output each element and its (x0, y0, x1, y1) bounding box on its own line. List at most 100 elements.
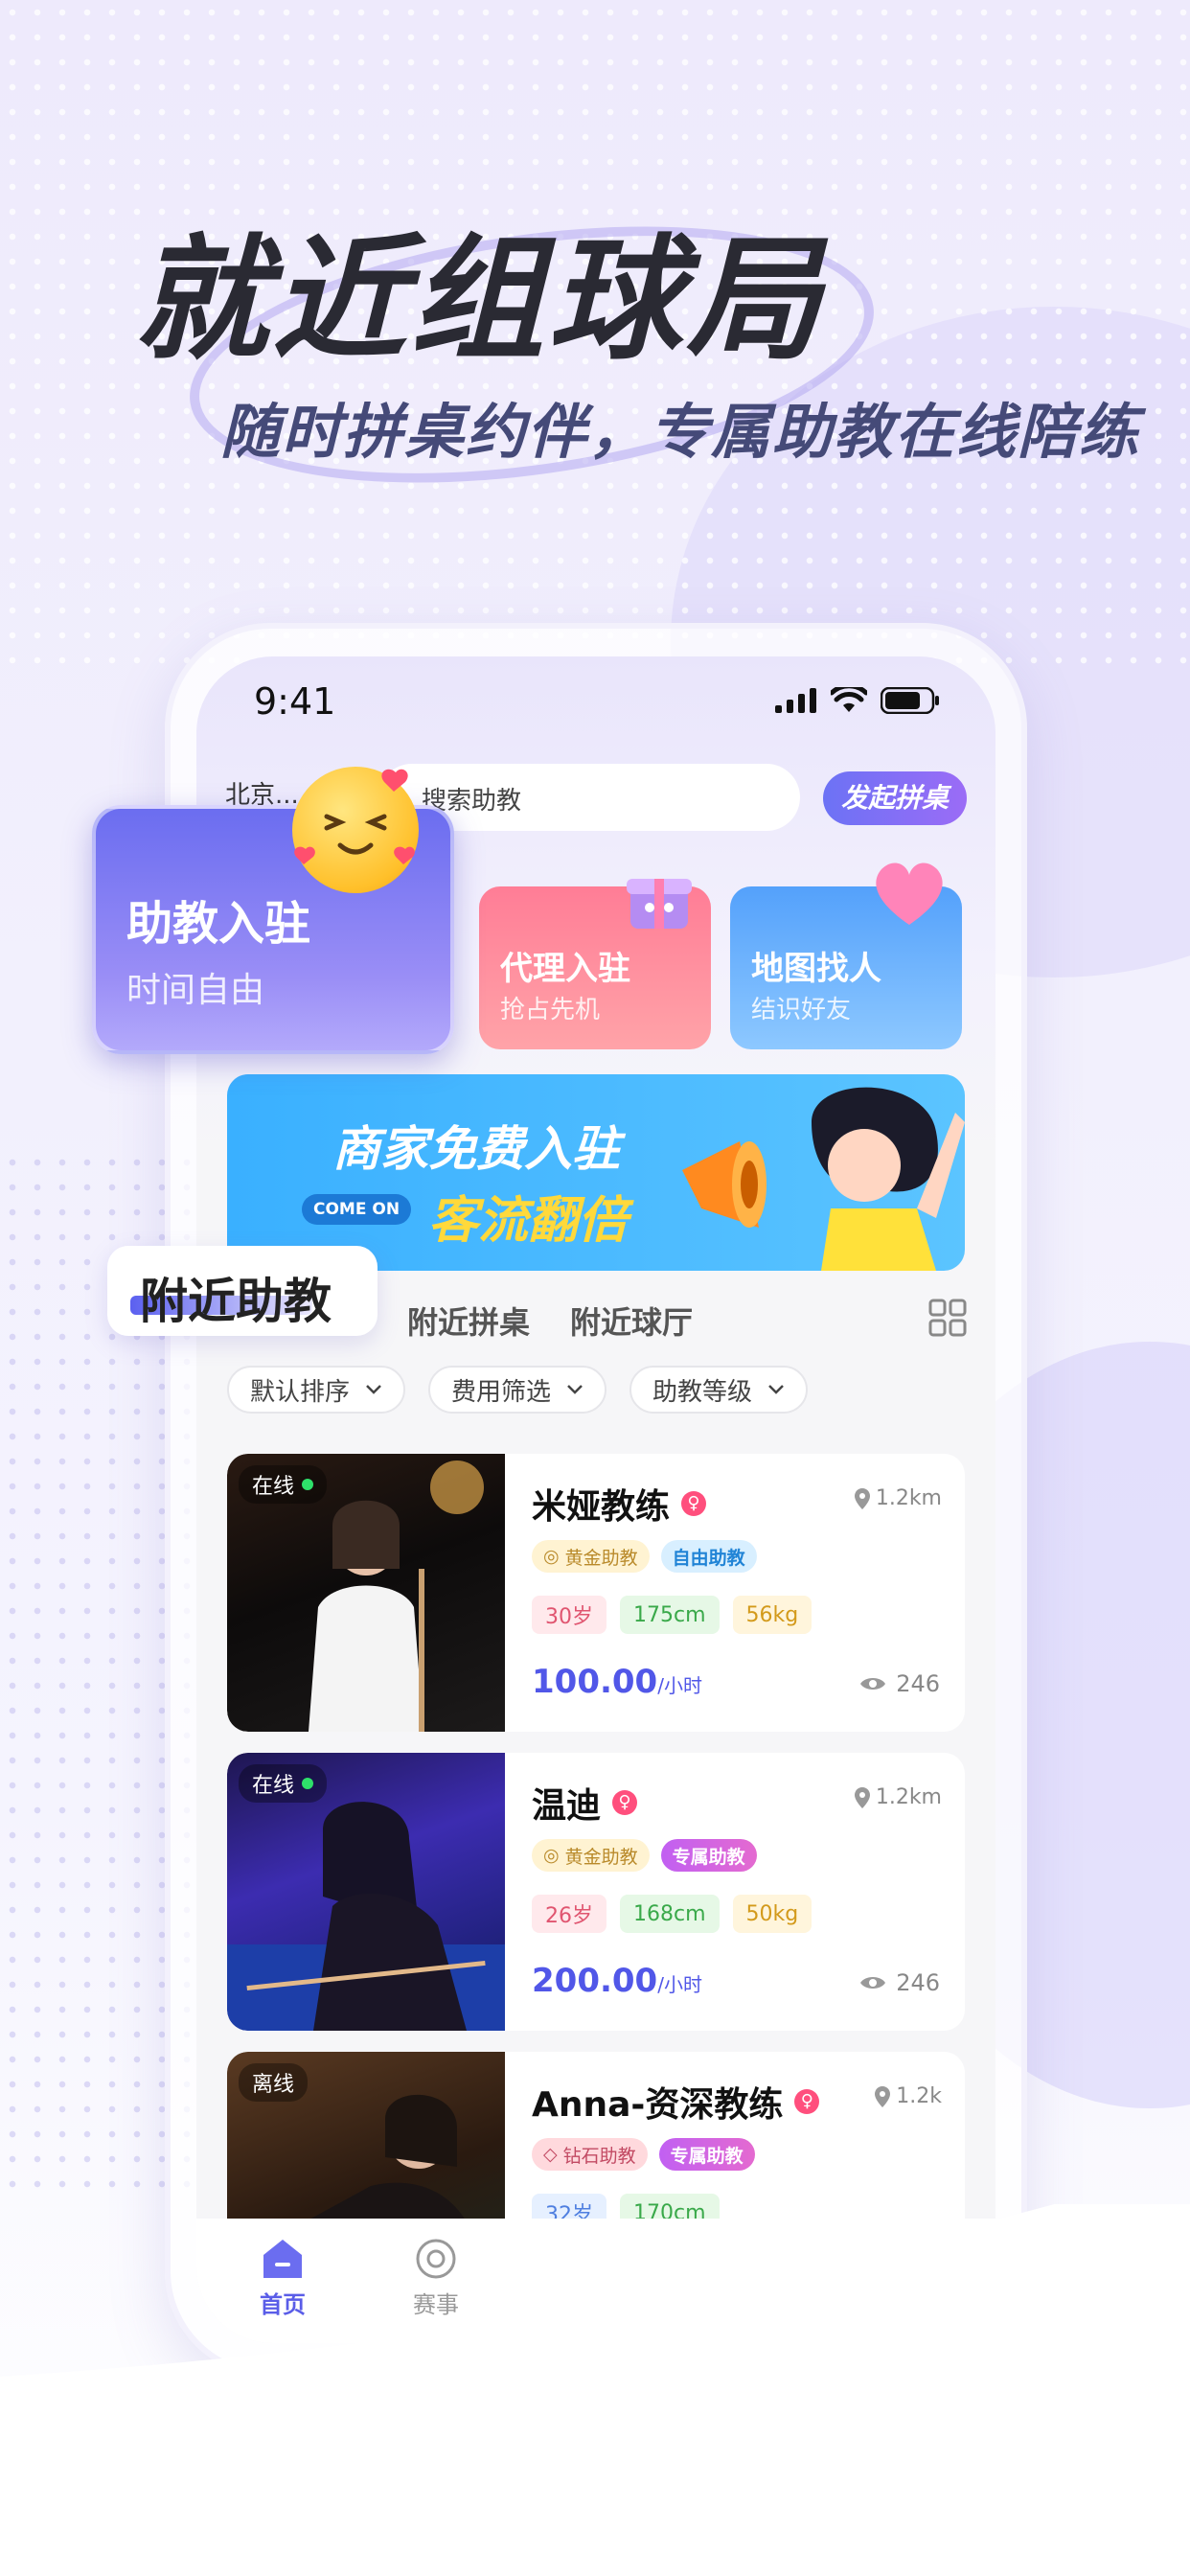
coach-photo: 在线 (227, 1753, 505, 2031)
distance: 1.2km (854, 1785, 942, 1809)
filter-label: 费用筛选 (451, 1377, 552, 1407)
agent-join-card[interactable]: 代理入驻 抢占先机 (479, 879, 711, 1049)
filter-row: 默认排序 费用筛选 助教等级 (227, 1366, 809, 1414)
filter-fee[interactable]: 费用筛选 (428, 1366, 607, 1414)
agent-join-subtitle: 抢占先机 (500, 996, 601, 1024)
distance-text: 1.2km (875, 1785, 942, 1809)
coach-join-title: 助教入驻 (126, 897, 311, 951)
price: 100.00/小时 (532, 1663, 702, 1701)
coach-name-row: 米娅教练 ♀ (532, 1479, 707, 1529)
status-text: 离线 (252, 2073, 295, 2097)
level-text: 黄金助教 (564, 1547, 638, 1569)
age-tag: 30岁 (532, 1596, 606, 1634)
map-find-card[interactable]: 地图找人 结识好友 (730, 862, 962, 1049)
filter-sort[interactable]: 默认排序 (227, 1366, 406, 1414)
tab-nearby-halls[interactable]: 附近球厅 (570, 1299, 693, 1343)
diamond-icon: ◇ (543, 2144, 558, 2165)
badge-row: ◇ 钻石助教 专属助教 (532, 2138, 755, 2171)
chevron-down-icon (768, 1385, 784, 1394)
distance-text: 1.2km (875, 1486, 942, 1510)
cartoon-girl-illustration (812, 1087, 965, 1271)
filter-label: 默认排序 (250, 1377, 351, 1407)
type-badge: 专属助教 (660, 1839, 757, 1872)
level-badge: ◇ 钻石助教 (532, 2138, 648, 2171)
coach-name-row: 温迪 ♀ (532, 1778, 638, 1828)
status-time: 9:41 (254, 680, 336, 723)
status-text: 在线 (252, 1475, 295, 1499)
weight-tag: 50kg (732, 1895, 812, 1933)
coach-name: 米娅教练 (532, 1487, 671, 1527)
weight-tag: 56kg (732, 1596, 812, 1634)
location-pin-icon (854, 1786, 870, 1808)
filter-level[interactable]: 助教等级 (629, 1366, 809, 1414)
online-dot (302, 1479, 314, 1490)
tab-nearby-coaches[interactable]: 附近助教 (107, 1246, 378, 1336)
age-tag: 26岁 (532, 1895, 606, 1933)
distance: 1.2k (875, 2084, 942, 2108)
chevron-down-icon (567, 1385, 583, 1394)
status-icons (775, 687, 940, 714)
height-tag: 168cm (620, 1895, 720, 1933)
coach-card[interactable]: 在线 温迪 ♀ 1.2km ◎黄金助教 专属助教 26岁 168cm 50kg (227, 1753, 965, 2031)
coach-photo: 在线 (227, 1454, 505, 1732)
location-pin-icon (875, 2085, 891, 2107)
promo-subline: 随时拼桌约伴，专属助教在线陪练 (220, 397, 1141, 467)
price-value: 200.00 (532, 1962, 658, 2000)
distance-text: 1.2k (896, 2084, 942, 2108)
badge-row: ◎ 黄金助教 自由助教 (532, 1540, 757, 1573)
promo-headline: 就近组球局 (134, 222, 825, 379)
level-text: 黄金助教 (564, 1846, 638, 1868)
eye-icon (860, 1977, 886, 1989)
level-badge: ◎ 黄金助教 (532, 1540, 650, 1573)
price-unit: /小时 (657, 1674, 702, 1697)
chevron-down-icon (366, 1385, 381, 1394)
badge-row: ◎ 黄金助教 专属助教 (532, 1839, 757, 1872)
agent-join-title: 代理入驻 (500, 950, 630, 988)
gift-icon (627, 879, 692, 929)
coach-name: Anna-资深教练 (532, 2085, 784, 2125)
view-count: 246 (859, 1969, 940, 1996)
merchant-banner[interactable]: 商家免费入驻 COME ON 客流翻倍 (227, 1074, 965, 1271)
type-badge: 专属助教 (658, 2138, 755, 2171)
battery-icon (881, 687, 939, 714)
stats-row: 26岁 168cm 50kg (532, 1895, 812, 1933)
start-table-button[interactable]: 发起拼桌 (823, 771, 967, 825)
wifi-icon (831, 687, 867, 712)
status-text: 在线 (252, 1774, 295, 1798)
status-tag: 在线 (239, 1465, 328, 1504)
map-find-subtitle: 结识好友 (751, 996, 852, 1024)
price-unit: /小时 (657, 1973, 702, 1996)
level-text: 钻石助教 (562, 2145, 636, 2167)
coach-name-row: Anna-资深教练 ♀ (532, 2077, 820, 2127)
banner-line1: 商家免费入驻 (332, 1121, 620, 1177)
female-icon: ♀ (681, 1491, 707, 1516)
smile-emoji-icon (292, 767, 419, 893)
status-tag: 在线 (239, 1764, 328, 1803)
location-pin-icon (854, 1487, 870, 1509)
online-dot (302, 1778, 314, 1789)
banner-line2: 客流翻倍 (428, 1192, 629, 1250)
coach-join-subtitle: 时间自由 (126, 971, 265, 1010)
tab-nearby-coaches-label: 附近助教 (140, 1274, 332, 1329)
type-badge: 自由助教 (660, 1540, 757, 1573)
coach-name: 温迪 (532, 1786, 602, 1826)
eye-icon (860, 1678, 886, 1690)
height-tag: 175cm (620, 1596, 720, 1634)
level-badge: ◎ 黄金助教 (532, 1839, 650, 1872)
grid-view-icon[interactable] (928, 1299, 967, 1337)
coach-card[interactable]: 在线 米娅教练 ♀ 1.2km ◎ 黄金助教 自由助教 30岁 175cm 56k… (227, 1454, 965, 1732)
banner-tag: COME ON (302, 1194, 412, 1225)
view-count-text: 246 (896, 1969, 940, 1996)
megaphone-icon (682, 1141, 767, 1228)
distance: 1.2km (854, 1486, 942, 1510)
view-count: 246 (859, 1670, 940, 1697)
female-icon: ♀ (612, 1790, 638, 1815)
female-icon: ♀ (794, 2089, 820, 2114)
map-find-title: 地图找人 (751, 950, 881, 988)
emoji-face (294, 769, 415, 864)
signal-icon (775, 688, 816, 713)
tab-nearby-tables[interactable]: 附近拼桌 (407, 1299, 530, 1343)
coin-icon: ◎ (543, 1546, 560, 1567)
price-value: 100.00 (532, 1663, 658, 1701)
filter-label: 助教等级 (652, 1377, 753, 1407)
